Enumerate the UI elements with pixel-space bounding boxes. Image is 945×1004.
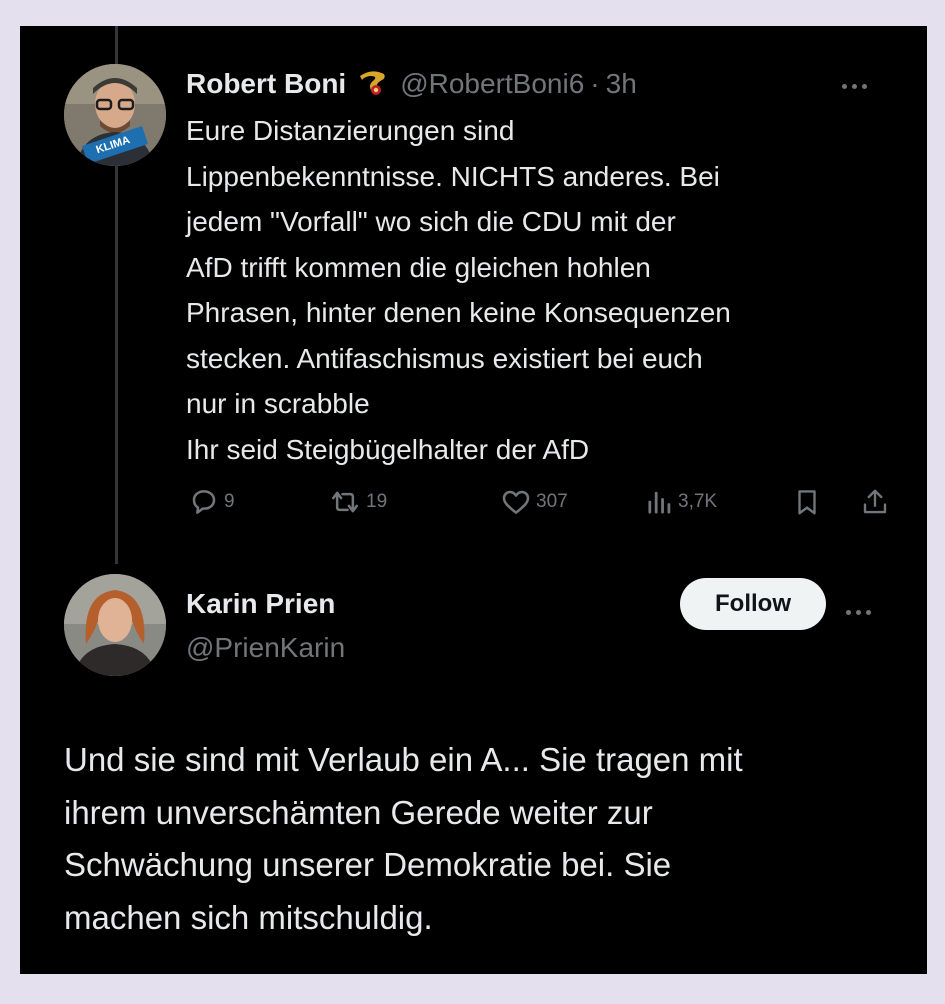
bookmark-icon: [798, 490, 816, 515]
tweet-line: jedem "Vorfall" wo sich die CDU mit der: [186, 206, 676, 237]
share-button[interactable]: [860, 486, 890, 518]
views-button[interactable]: 3,7K: [646, 486, 717, 518]
repost-icon: [331, 491, 359, 513]
tweet-line: stecken. Antifaschismus existiert bei eu…: [186, 342, 703, 374]
tweet-line: Lippenbekenntnisse. NICHTS anderes. Bei: [186, 160, 720, 192]
separator-dot: ·: [590, 67, 600, 99]
reply-icon: [192, 490, 216, 514]
robert-boni-avatar[interactable]: KLIMA: [64, 64, 166, 166]
tweet-line: nur in scrabble: [186, 388, 370, 419]
author-handle[interactable]: @PrienKarin: [186, 632, 345, 664]
bookmark-button[interactable]: [792, 486, 822, 518]
tweet-text: Eure Distanzierungen sind Lippenbekenntn…: [186, 108, 886, 472]
like-button[interactable]: 307: [500, 486, 568, 518]
reply-tweet-text: Und sie sind mit Verlaub ein A... Sie tr…: [64, 734, 894, 944]
tweet-line: Phrasen, hinter denen keine Konsequenzen: [186, 297, 731, 328]
more-options-icon[interactable]: [846, 602, 880, 615]
tweet-line: Eure Distanzierungen sind: [186, 115, 515, 146]
tweet-action-bar: 9 19 307 3,7K: [186, 484, 887, 524]
author-handle[interactable]: @RobertBoni6: [400, 68, 584, 100]
author-name[interactable]: Karin Prien: [186, 588, 335, 620]
tweet-header: Robert Boni @RobertBoni6 · 3h: [186, 64, 637, 103]
repost-button[interactable]: 19: [328, 486, 387, 518]
tweet-line: machen sich mitschuldig.: [64, 898, 433, 936]
tweet-line: Und sie sind mit Verlaub ein A... Sie tr…: [64, 741, 743, 778]
verified-org-badge-icon: [356, 64, 390, 103]
views-count: 3,7K: [678, 491, 718, 512]
screenshot-panel: KLIMA Robert Boni @RobertBoni6 · 3h Eure…: [20, 26, 927, 974]
share-icon: [863, 489, 887, 514]
reply-button[interactable]: 9: [188, 486, 235, 518]
tweet-time[interactable]: 3h: [606, 68, 637, 100]
tweet-line: ihrem unverschämten Gerede weiter zur: [64, 793, 653, 831]
tweet-line: Schwächung unserer Demokratie bei. Sie: [64, 846, 672, 883]
repost-count: 19: [366, 491, 388, 512]
tweet-line: AfD trifft kommen die gleichen hohlen: [186, 251, 651, 283]
author-name[interactable]: Robert Boni: [186, 68, 346, 100]
views-icon: [648, 491, 671, 514]
tweet-line: Ihr seid Steigbügelhalter der AfD: [186, 433, 590, 465]
follow-button[interactable]: Follow: [680, 578, 826, 630]
more-options-icon[interactable]: [842, 76, 876, 89]
heart-icon: [502, 490, 530, 514]
reply-count: 9: [224, 491, 235, 512]
karin-prien-avatar[interactable]: [64, 574, 166, 676]
like-count: 307: [536, 491, 568, 512]
